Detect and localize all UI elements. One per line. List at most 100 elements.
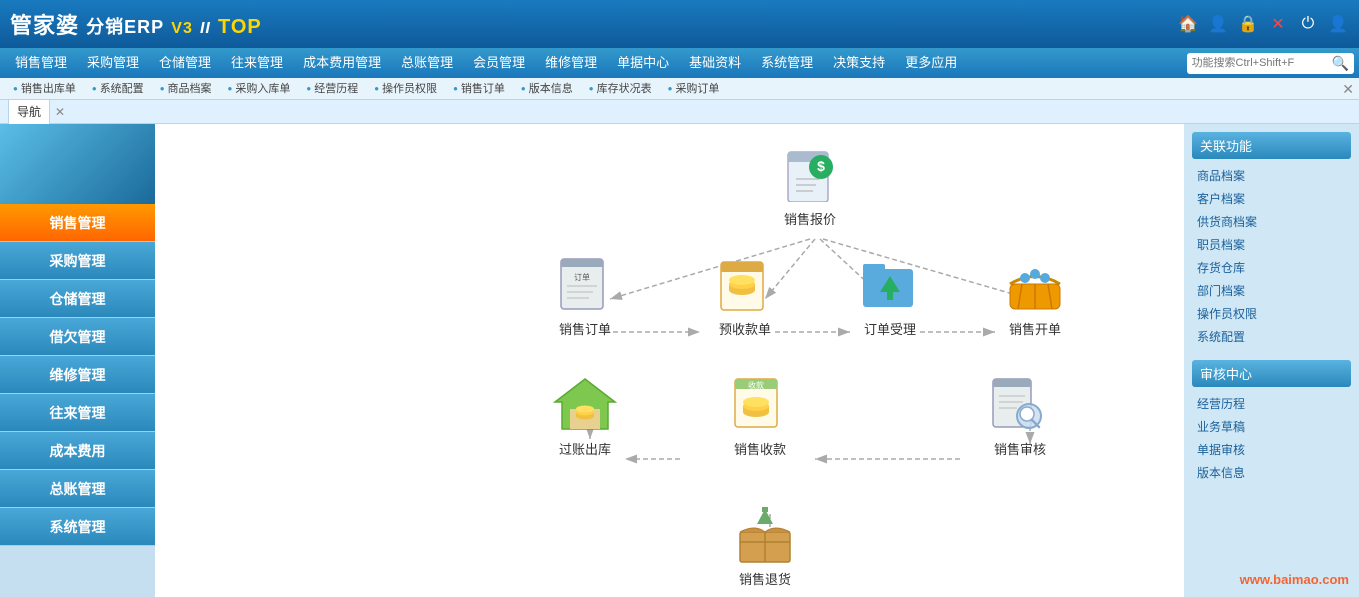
sidebar-item-debt[interactable]: 借欠管理	[0, 318, 155, 356]
xsbaojia-label: 销售报价	[784, 209, 836, 228]
dingdanshouli-icon	[855, 254, 925, 314]
xsshoukuan-label: 销售收款	[734, 439, 786, 458]
nav-label-tab[interactable]: 导航	[8, 97, 50, 126]
flow-item-xsshoukuan[interactable]: 收款 销售收款	[715, 374, 805, 458]
nav-label-close[interactable]: ✕	[55, 100, 65, 124]
lock-icon[interactable]: 🔒	[1237, 13, 1259, 35]
panel-link-goods-file[interactable]: 商品档案	[1192, 164, 1351, 187]
xstuihuo-label: 销售退货	[739, 569, 791, 588]
guozhangchuku-icon	[550, 374, 620, 434]
user-icon[interactable]: 👤	[1327, 13, 1349, 35]
nav-member[interactable]: 会员管理	[463, 48, 535, 78]
panel-section-audit: 审核中心 经营历程 业务草稿 单据审核 版本信息	[1192, 360, 1351, 484]
nav-decision[interactable]: 决策支持	[823, 48, 895, 78]
search-icon[interactable]: 🔍	[1332, 55, 1349, 72]
yukuandan-label: 预收款单	[719, 319, 771, 338]
nav-voucher-center[interactable]: 单据中心	[607, 48, 679, 78]
search-box[interactable]: 🔍	[1187, 53, 1354, 74]
panel-link-voucher-audit[interactable]: 单据审核	[1192, 438, 1351, 461]
tab-goods-file[interactable]: 商品档案	[152, 78, 220, 100]
nav-cost[interactable]: 成本费用管理	[293, 48, 391, 78]
sidebar-item-purchase[interactable]: 采购管理	[0, 242, 155, 280]
nav-purchase[interactable]: 采购管理	[77, 48, 149, 78]
xskaidan-label: 销售开单	[1009, 319, 1061, 338]
search-input[interactable]	[1192, 57, 1332, 69]
flow-item-xskaidan[interactable]: 销售开单	[990, 254, 1080, 338]
nav-system[interactable]: 系统管理	[751, 48, 823, 78]
sidebar-item-transactions[interactable]: 往来管理	[0, 394, 155, 432]
flow-item-guozhangchuku[interactable]: 过账出库	[540, 374, 630, 458]
svg-text:$: $	[817, 158, 825, 174]
tab-operator-permissions[interactable]: 操作员权限	[366, 78, 445, 100]
panel-link-version-info[interactable]: 版本信息	[1192, 461, 1351, 484]
panel-link-supplier-file[interactable]: 供货商档案	[1192, 210, 1351, 233]
panel-section-related: 关联功能 商品档案 客户档案 供货商档案 职员档案 存货仓库 部门档案 操作员权…	[1192, 132, 1351, 348]
left-sidebar: 销售管理 采购管理 仓储管理 借欠管理 维修管理 往来管理 成本费用 总账管理 …	[0, 124, 155, 597]
tab-purchase-order[interactable]: 采购订单	[660, 78, 728, 100]
xsshenhe-label: 销售审核	[994, 439, 1046, 458]
logo: 管家婆 分销ERP V3 II TOP	[10, 8, 262, 40]
panel-link-warehouse[interactable]: 存货仓库	[1192, 256, 1351, 279]
flow-item-xstuihuo[interactable]: 销售退货	[720, 504, 810, 588]
nav-more[interactable]: 更多应用	[895, 48, 967, 78]
nav-ledger[interactable]: 总账管理	[391, 48, 463, 78]
tab-sales-order[interactable]: 销售订单	[445, 78, 513, 100]
watermark: www.baimao.com	[1240, 572, 1349, 587]
sidebar-item-ledger[interactable]: 总账管理	[0, 470, 155, 508]
right-panel: 关联功能 商品档案 客户档案 供货商档案 职员档案 存货仓库 部门档案 操作员权…	[1184, 124, 1359, 597]
tab-stock-status[interactable]: 库存状况表	[581, 78, 660, 100]
tab-version-info[interactable]: 版本信息	[513, 78, 581, 100]
panel-section-audit-title: 审核中心	[1192, 360, 1351, 387]
panel-link-history[interactable]: 经营历程	[1192, 392, 1351, 415]
tabs-bar: 销售出库单 系统配置 商品档案 采购入库单 经营历程 操作员权限 销售订单 版本…	[0, 78, 1359, 100]
nav-repair[interactable]: 维修管理	[535, 48, 607, 78]
close-circle-icon[interactable]: ✕	[1267, 13, 1289, 35]
flow-item-dingdanshouli[interactable]: 订单受理	[845, 254, 935, 338]
panel-link-staff-file[interactable]: 职员档案	[1192, 233, 1351, 256]
flow-item-yukuandan[interactable]: 预收款单	[700, 254, 790, 338]
tab-purchase-inbound[interactable]: 采购入库单	[220, 78, 299, 100]
panel-link-system-config[interactable]: 系统配置	[1192, 325, 1351, 348]
tab-system-config[interactable]: 系统配置	[84, 78, 152, 100]
xstuihuo-icon	[730, 504, 800, 564]
panel-link-customer-file[interactable]: 客户档案	[1192, 187, 1351, 210]
sidebar-item-repair[interactable]: 维修管理	[0, 356, 155, 394]
power-icon[interactable]: ⏻	[1297, 13, 1319, 35]
xsshenhe-icon	[985, 374, 1055, 434]
flow-item-xsbaojia[interactable]: $ 销售报价	[765, 144, 855, 228]
flow-item-xsshenhe[interactable]: 销售审核	[975, 374, 1065, 458]
guozhangchuku-label: 过账出库	[559, 439, 611, 458]
header: 管家婆 分销ERP V3 II TOP 🏠 👤 🔒 ✕ ⏻ 👤	[0, 0, 1359, 48]
panel-link-draft[interactable]: 业务草稿	[1192, 415, 1351, 438]
flow-diagram: $ 销售报价 订单	[155, 124, 1184, 597]
main-area: 销售管理 采购管理 仓储管理 借欠管理 维修管理 往来管理 成本费用 总账管理 …	[0, 124, 1359, 597]
flow-item-xsdindan[interactable]: 订单 销售订单	[540, 254, 630, 338]
tab-history[interactable]: 经营历程	[298, 78, 366, 100]
nav-warehouse[interactable]: 仓储管理	[149, 48, 221, 78]
header-icons: 🏠 👤 🔒 ✕ ⏻ 👤	[1177, 13, 1349, 35]
panel-link-operator-permissions[interactable]: 操作员权限	[1192, 302, 1351, 325]
xsbaojia-icon: $	[775, 144, 845, 204]
sidebar-item-sales[interactable]: 销售管理	[0, 204, 155, 242]
xsdindan-label: 销售订单	[559, 319, 611, 338]
sidebar-item-system[interactable]: 系统管理	[0, 508, 155, 546]
tab-sales-outbound[interactable]: 销售出库单	[5, 78, 84, 100]
dingdanshouli-label: 订单受理	[864, 319, 916, 338]
home-icon[interactable]: 🏠	[1177, 13, 1199, 35]
tabs-close-button[interactable]: ✕	[1342, 81, 1354, 98]
xsdindan-icon: 订单	[550, 254, 620, 314]
panel-link-dept-file[interactable]: 部门档案	[1192, 279, 1351, 302]
nav-transactions[interactable]: 往来管理	[221, 48, 293, 78]
sidebar-item-warehouse[interactable]: 仓储管理	[0, 280, 155, 318]
xskaidan-icon	[1000, 254, 1070, 314]
nav-label-bar: 导航 ✕	[0, 100, 1359, 124]
nav-basic-data[interactable]: 基础资料	[679, 48, 751, 78]
nav-sales[interactable]: 销售管理	[5, 48, 77, 78]
person-icon[interactable]: 👤	[1207, 13, 1229, 35]
sidebar-item-cost[interactable]: 成本费用	[0, 432, 155, 470]
nav-menu: 销售管理 采购管理 仓储管理 往来管理 成本费用管理 总账管理 会员管理 维修管…	[0, 48, 1359, 78]
yukuandan-icon	[710, 254, 780, 314]
sidebar-menu: 销售管理 采购管理 仓储管理 借欠管理 维修管理 往来管理 成本费用 总账管理 …	[0, 204, 155, 546]
xsshoukuan-icon: 收款	[725, 374, 795, 434]
svg-text:收款: 收款	[748, 380, 764, 390]
